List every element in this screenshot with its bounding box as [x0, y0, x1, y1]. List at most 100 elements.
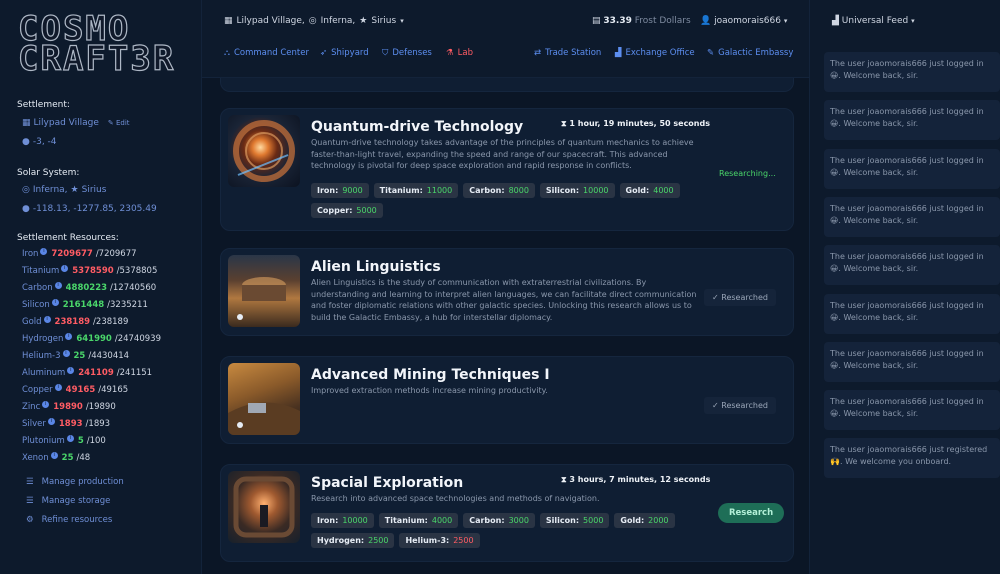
chevron-down-icon: ▾: [400, 17, 404, 25]
manage-production-link[interactable]: ☰ Manage production: [26, 477, 124, 487]
money-amount: 33.39: [603, 16, 632, 26]
shield-icon: ⛉: [382, 48, 389, 58]
edit-link[interactable]: ✎ Edit: [108, 119, 130, 127]
research-card-partial: [220, 78, 794, 92]
resource-row: Carbon i 4880223/12740560: [22, 281, 157, 293]
manage-storage-link[interactable]: ☰ Manage storage: [26, 496, 110, 506]
location-pin-icon: ●: [22, 137, 30, 147]
info-icon[interactable]: i: [40, 247, 48, 255]
research-button[interactable]: Research: [718, 503, 785, 523]
info-icon[interactable]: i: [62, 349, 70, 357]
nav-defenses[interactable]: ⛉ Defenses: [382, 48, 432, 58]
research-list[interactable]: Quantum-drive Technology ⧗ 1 hour, 19 mi…: [202, 78, 810, 574]
cost-name: Hydrogen:: [317, 536, 365, 545]
location-selector[interactable]: ▦ Lilypad Village, ◎ Inferna, ★ Sirius ▾: [224, 16, 404, 26]
resource-current: 241109: [78, 368, 114, 378]
logo-line-2: CRAFT3R: [17, 39, 176, 79]
info-icon[interactable]: i: [50, 451, 58, 459]
resource-name: Titanium: [22, 266, 60, 276]
refine-resources-link[interactable]: ⚙ Refine resources: [26, 515, 112, 525]
feed-title: Universal Feed: [841, 16, 909, 26]
mining-image: [228, 402, 300, 435]
universal-feed: ▟ Universal Feed ▾ The user joaomorais66…: [810, 0, 1000, 574]
resource-current: 25: [61, 453, 74, 463]
nav-lab[interactable]: ⚗ Lab: [446, 48, 473, 58]
resource-max: /12740560: [110, 283, 157, 293]
cost-name: Iron:: [317, 516, 339, 525]
cost-name: Carbon:: [469, 186, 505, 195]
resource-row: Zinc i 19890/19890: [22, 400, 116, 412]
cost-value: 3000: [508, 516, 529, 525]
solar-system-row[interactable]: ◎ Inferna, ★ Sirius: [22, 185, 106, 195]
resource-name: Helium-3: [22, 351, 61, 361]
info-icon[interactable]: i: [67, 366, 75, 374]
building-icon: ▦: [22, 118, 31, 128]
resource-row: Gold i 238189/238189: [22, 315, 128, 327]
feed-text: Welcome back, sir.: [843, 312, 919, 322]
user-menu[interactable]: 👤 joaomorais666 ▾: [700, 16, 787, 26]
cost-value: 10000: [342, 516, 368, 525]
settlement-name-row[interactable]: ▦ Lilypad Village ✎ Edit: [22, 118, 130, 128]
username: joaomorais666: [714, 16, 781, 26]
resource-row: Silicon i 2161448/3235211: [22, 298, 148, 310]
chart-icon: ▟: [615, 48, 622, 58]
resource-name: Gold: [22, 317, 42, 327]
gear-icon: ⚙: [26, 515, 34, 525]
cost-chip: Titanium: 4000: [378, 513, 459, 528]
settlement-name: Lilypad Village: [33, 118, 99, 128]
feed-item: The user joaomorais666 just logged in 😀.…: [824, 52, 1000, 92]
research-description: Research into advanced space technologie…: [311, 494, 600, 503]
nav-trade-station[interactable]: ⇄ Trade Station: [534, 48, 601, 58]
nav-shipyard[interactable]: ➶ Shipyard: [320, 48, 369, 58]
coins-icon: ▤: [592, 16, 604, 26]
cost-value: 2500: [453, 536, 474, 545]
research-image: [228, 363, 300, 435]
nav-galactic-embassy[interactable]: ✎ Galactic Embassy: [707, 48, 793, 58]
cost-chip: Hydrogen: 2500: [311, 533, 395, 548]
info-icon[interactable]: i: [47, 417, 55, 425]
feed-text: Welcome back, sir.: [843, 119, 919, 129]
nav-exchange-office[interactable]: ▟ Exchange Office: [615, 48, 695, 58]
feed-text: The user joaomorais666 just logged in: [830, 59, 984, 68]
logo[interactable]: COSMO CRAFT3R: [17, 11, 184, 79]
resource-current: 641990: [76, 334, 112, 344]
resource-name: Xenon: [22, 453, 49, 463]
cost-name: Helium-3:: [405, 536, 450, 545]
feed-text: The user joaomorais666 just registered: [830, 445, 988, 455]
cost-name: Iron:: [317, 186, 339, 195]
info-icon[interactable]: i: [43, 315, 51, 323]
chevron-down-icon: ▾: [783, 17, 788, 25]
cost-value: 10000: [583, 186, 609, 195]
resource-row: Helium-3 i 25/4430414: [22, 349, 129, 361]
cost-chip: Iron: 9000: [311, 183, 369, 198]
feed-header[interactable]: ▟ Universal Feed ▾: [832, 16, 915, 26]
info-icon[interactable]: i: [51, 298, 59, 306]
feed-text: Welcome back, sir.: [843, 167, 919, 177]
smiley-icon: 😀: [830, 360, 839, 370]
info-icon[interactable]: i: [42, 400, 50, 408]
info-icon[interactable]: i: [66, 434, 74, 442]
info-icon[interactable]: i: [65, 332, 73, 340]
research-title: Advanced Mining Techniques I: [311, 367, 550, 383]
resource-current: 238189: [54, 317, 91, 327]
info-icon[interactable]: i: [54, 281, 62, 289]
feed-text: The user joaomorais666 just logged in: [830, 397, 984, 407]
resource-row: Plutonium i 5/100: [22, 434, 106, 446]
info-icon[interactable]: i: [54, 383, 62, 391]
cost-value: 4000: [653, 186, 674, 195]
info-icon[interactable]: i: [61, 264, 69, 272]
cost-list: Iron: 9000 Titanium: 11000 Carbon: 8000 Silico…: [311, 183, 701, 218]
rocket-icon: ➶: [320, 48, 328, 58]
left-sidebar: COSMO CRAFT3R Settlement: ▦ Lilypad Vill…: [0, 0, 202, 574]
list-icon: ☰: [26, 477, 34, 487]
resource-max: /3235211: [107, 300, 148, 310]
resource-max: /24740939: [114, 334, 161, 344]
research-card: Alien Linguistics Alien Linguistics is t…: [220, 248, 794, 336]
resource-name: Silicon: [22, 300, 50, 310]
location-star: Sirius: [371, 16, 397, 26]
nav-command-center[interactable]: ⛬ Command Center: [224, 48, 309, 58]
resource-max: /5378805: [116, 266, 158, 276]
resource-name: Hydrogen: [22, 334, 64, 344]
resource-max: /19890: [85, 402, 116, 412]
research-card: Spacial Exploration ⧗ 3 hours, 7 minutes…: [220, 464, 794, 562]
